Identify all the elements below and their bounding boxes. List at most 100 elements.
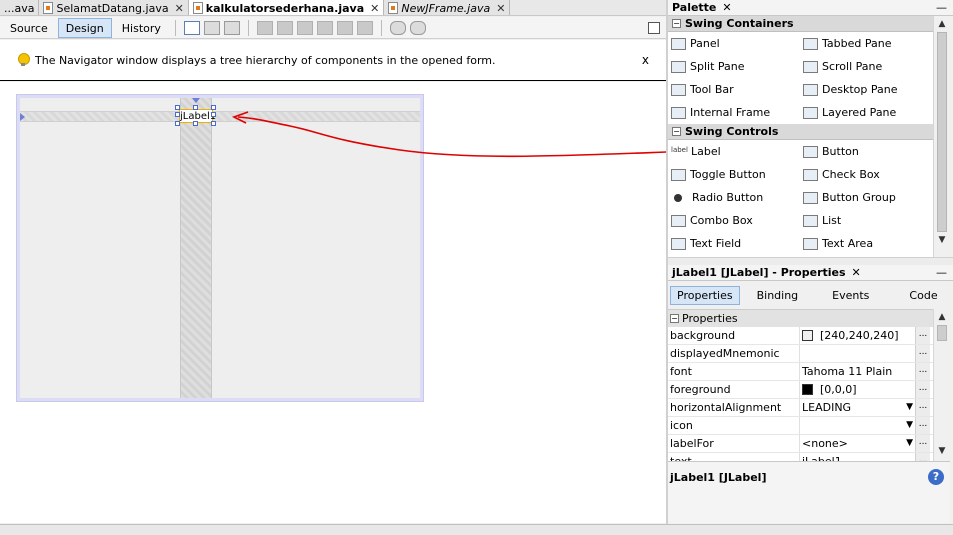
dropdown-arrow-icon[interactable]: ▼ <box>906 435 913 452</box>
tab-events[interactable]: Events <box>825 286 876 305</box>
tab-properties[interactable]: Properties <box>670 285 740 305</box>
property-editor-button[interactable]: ... <box>915 345 930 362</box>
info-close-button[interactable]: x <box>642 53 649 67</box>
scroll-up-icon[interactable]: ▲ <box>934 16 950 32</box>
editor-tab[interactable]: NewJFrame.java ✕ <box>384 0 511 15</box>
scrollbar-thumb[interactable] <box>937 325 947 341</box>
dropdown-arrow-icon[interactable]: ▼ <box>906 417 913 434</box>
palette-item[interactable]: Tabbed Pane <box>800 32 933 55</box>
palette-item[interactable]: List <box>800 209 933 232</box>
resize-handle[interactable] <box>175 112 180 117</box>
collapse-icon[interactable]: − <box>670 314 679 323</box>
property-editor-button[interactable]: ... <box>915 435 930 452</box>
scroll-down-icon[interactable]: ▼ <box>934 232 950 248</box>
tab-code[interactable]: Code <box>902 286 944 305</box>
palette-item[interactable]: Radio Button <box>668 186 800 209</box>
jframe-form[interactable]: jLabel1 <box>16 94 424 402</box>
resize-handle[interactable] <box>175 105 180 110</box>
palette-item[interactable]: Check Box <box>800 163 933 186</box>
property-value[interactable]: [240,240,240] <box>800 327 915 344</box>
tab-binding[interactable]: Binding <box>750 286 806 305</box>
property-value[interactable]: ▼ <box>800 417 915 434</box>
close-tab-icon[interactable]: ✕ <box>370 2 379 15</box>
property-editor-button[interactable]: ... <box>915 363 930 380</box>
property-row[interactable]: foreground [0,0,0]... <box>668 381 933 399</box>
property-row[interactable]: displayedMnemonic... <box>668 345 933 363</box>
resize-handle[interactable] <box>211 112 216 117</box>
palette-item[interactable]: Text Area <box>800 232 933 255</box>
palette-item[interactable]: Text Field <box>668 232 800 255</box>
resize-handle[interactable] <box>211 121 216 126</box>
jframe-content-area[interactable] <box>20 98 420 398</box>
palette-item[interactable]: Tool Bar <box>668 78 800 101</box>
scroll-up-icon[interactable]: ▲ <box>934 309 950 325</box>
center-horizontally-icon[interactable] <box>296 20 313 35</box>
horizontal-resize-icon[interactable] <box>389 20 406 35</box>
close-tab-icon[interactable]: ✕ <box>496 2 505 15</box>
tab-history[interactable]: History <box>114 18 169 38</box>
palette-item[interactable]: Button Group <box>800 186 933 209</box>
maximize-editor-icon[interactable] <box>648 21 660 34</box>
property-value[interactable]: [0,0,0] <box>800 381 915 398</box>
preview-design-icon[interactable] <box>223 20 240 35</box>
close-tab-icon[interactable]: ✕ <box>175 2 184 15</box>
minimize-icon[interactable]: — <box>936 266 947 279</box>
property-value[interactable]: LEADING ▼ <box>800 399 915 416</box>
palette-item[interactable]: Panel <box>668 32 800 55</box>
properties-section-header[interactable]: − Properties <box>668 310 933 327</box>
tab-source[interactable]: Source <box>2 18 56 38</box>
palette-item[interactable]: Toggle Button <box>668 163 800 186</box>
property-editor-button[interactable]: ... <box>915 381 930 398</box>
align-left-icon[interactable] <box>256 20 273 35</box>
panel-splitter[interactable] <box>668 257 953 265</box>
palette-item[interactable]: Split Pane <box>668 55 800 78</box>
connection-mode-icon[interactable] <box>203 20 220 35</box>
property-value[interactable]: jLabel1 <box>800 453 915 461</box>
palette-close-button[interactable]: ✕ <box>722 1 731 14</box>
palette-item[interactable]: label Label <box>668 140 800 163</box>
resize-handle[interactable] <box>175 121 180 126</box>
property-row[interactable]: font Tahoma 11 Plain... <box>668 363 933 381</box>
property-editor-button[interactable]: ... <box>915 417 930 434</box>
property-value[interactable]: Tahoma 11 Plain <box>800 363 915 380</box>
editor-tab[interactable]: kalkulatorsederhana.java ✕ <box>188 0 385 15</box>
minimize-icon[interactable]: — <box>936 1 947 14</box>
property-editor-button[interactable]: ... <box>915 327 930 344</box>
property-row[interactable]: labelFor <none> ▼... <box>668 435 933 453</box>
palette-category-header[interactable]: − Swing Containers <box>668 16 933 32</box>
palette-category-header[interactable]: − Swing Controls <box>668 124 933 140</box>
palette-item[interactable]: Layered Pane <box>800 101 933 124</box>
property-editor-button[interactable]: ... <box>915 399 930 416</box>
property-value[interactable] <box>800 345 915 362</box>
collapse-icon[interactable]: − <box>672 127 681 136</box>
collapse-icon[interactable]: − <box>672 19 681 28</box>
property-row[interactable]: background [240,240,240]... <box>668 327 933 345</box>
properties-close-button[interactable]: ✕ <box>852 266 861 279</box>
resize-handle[interactable] <box>193 105 198 110</box>
vertical-resize-icon[interactable] <box>409 20 426 35</box>
property-row[interactable]: horizontalAlignment LEADING ▼... <box>668 399 933 417</box>
properties-scrollbar[interactable]: ▲ ▼ <box>933 309 950 461</box>
tab-design[interactable]: Design <box>57 17 112 38</box>
palette-item[interactable]: Combo Box <box>668 209 800 232</box>
scrollbar-thumb[interactable] <box>937 32 947 232</box>
dropdown-arrow-icon[interactable]: ▼ <box>906 399 913 416</box>
selection-mode-icon[interactable] <box>183 20 200 35</box>
align-right-icon[interactable] <box>276 20 293 35</box>
help-icon[interactable]: ? <box>928 469 944 485</box>
property-row[interactable]: icon ▼... <box>668 417 933 435</box>
design-canvas[interactable]: jLabel1 <box>0 82 666 523</box>
align-bottom-icon[interactable] <box>336 20 353 35</box>
property-row[interactable]: textjLabel1... <box>668 453 933 461</box>
editor-tab[interactable]: SelamatDatang.java ✕ <box>39 0 189 15</box>
editor-tab[interactable]: ...ava <box>0 0 40 15</box>
align-top-icon[interactable] <box>316 20 333 35</box>
palette-item[interactable]: Button <box>800 140 933 163</box>
property-value[interactable]: <none> ▼ <box>800 435 915 452</box>
property-editor-button[interactable]: ... <box>915 453 930 461</box>
palette-scrollbar[interactable]: ▲ ▼ <box>933 16 950 257</box>
palette-item[interactable]: Scroll Pane <box>800 55 933 78</box>
center-vertically-icon[interactable] <box>356 20 373 35</box>
palette-item[interactable]: Internal Frame <box>668 101 800 124</box>
resize-handle[interactable] <box>211 105 216 110</box>
